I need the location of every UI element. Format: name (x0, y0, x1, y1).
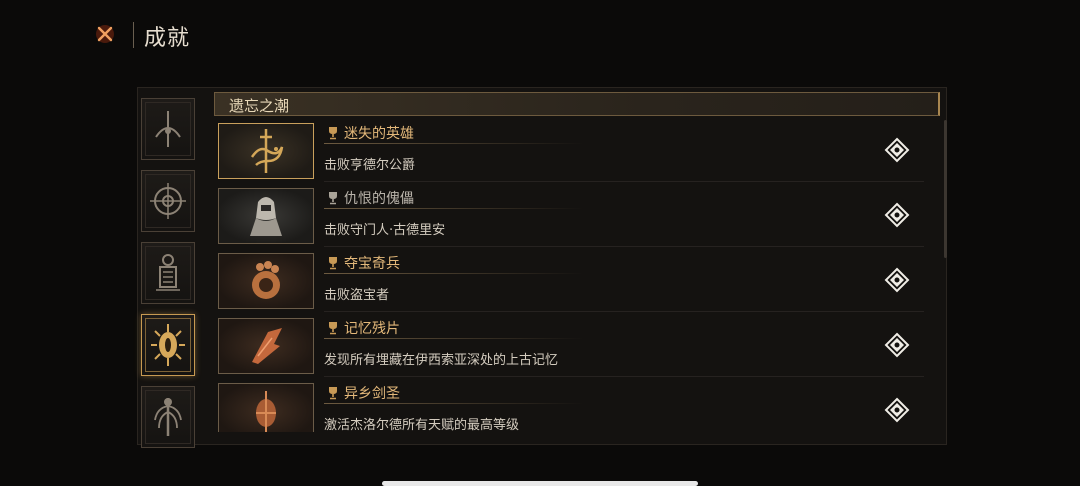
achievement-thumbnail (218, 188, 314, 244)
category-tab-3[interactable] (141, 242, 195, 304)
radiant-eye-icon (151, 324, 185, 366)
row-divider (324, 376, 924, 377)
category-tab-4[interactable] (141, 314, 195, 376)
achievement-thumbnail (218, 318, 314, 374)
compass-action-icon[interactable] (884, 397, 910, 423)
close-x-icon (96, 25, 114, 43)
achievement-thumbnail (218, 253, 314, 309)
home-indicator[interactable] (382, 481, 698, 486)
tentacle-idol-icon (154, 398, 182, 436)
achievement-row[interactable]: 夺宝奇兵 击败盗宝者 (214, 250, 934, 312)
achievement-name: 记忆残片 (344, 321, 400, 337)
title-underline (324, 338, 584, 339)
title-underline (324, 208, 584, 209)
achievement-list[interactable]: 迷失的英雄 击败亨德尔公爵 仇恨的傀儡 击败守门人·古德里安 夺宝奇兵 击败盗宝… (214, 120, 944, 432)
category-tab-5[interactable] (141, 386, 195, 448)
list-scrollbar[interactable] (944, 120, 947, 258)
category-tab-1[interactable] (141, 98, 195, 160)
achievement-description: 激活杰洛尔德所有天赋的最高等级 (324, 418, 520, 432)
sword-saint-icon (256, 391, 276, 432)
sword-dragon-icon (250, 129, 284, 173)
treasure-hand-icon (252, 261, 280, 299)
trophy-icon (329, 192, 337, 205)
close-button[interactable] (91, 20, 119, 48)
achievement-row[interactable]: 异乡剑圣 激活杰洛尔德所有天赋的最高等级 (214, 380, 934, 432)
row-divider (324, 246, 924, 247)
compass-action-icon[interactable] (884, 332, 910, 358)
compass-action-icon[interactable] (884, 137, 910, 163)
category-tab-2[interactable] (141, 170, 195, 232)
trophy-icon (329, 257, 337, 270)
trophy-icon (329, 127, 337, 140)
compass-action-icon[interactable] (884, 267, 910, 293)
row-divider (324, 181, 924, 182)
achievement-description: 击败盗宝者 (324, 288, 390, 303)
achievement-name: 迷失的英雄 (344, 126, 414, 142)
achievement-description: 击败守门人·古德里安 (324, 223, 446, 238)
row-divider (324, 311, 924, 312)
memory-shard-icon (252, 328, 282, 364)
abyss-eye-icon (155, 111, 181, 147)
title-underline (324, 143, 584, 144)
hooded-golem-icon (250, 197, 282, 236)
top-bar: 成就 (0, 0, 1080, 80)
section-header: 遗忘之潮 (214, 92, 940, 116)
compass-sigil-icon (150, 183, 186, 219)
trophy-icon (329, 387, 337, 400)
achievement-name: 仇恨的傀儡 (344, 191, 414, 207)
page-title: 成就 (144, 26, 191, 51)
achievement-description: 发现所有埋藏在伊西索亚深处的上古记忆 (324, 353, 559, 368)
title-underline (324, 403, 584, 404)
achievement-name: 夺宝奇兵 (344, 256, 400, 272)
compass-action-icon[interactable] (884, 202, 910, 228)
achievement-row[interactable]: 仇恨的傀儡 击败守门人·古德里安 (214, 185, 934, 247)
achievement-thumbnail (218, 383, 314, 432)
title-separator (133, 22, 134, 48)
trophy-icon (329, 322, 337, 335)
achievement-description: 击败亨德尔公爵 (324, 158, 416, 173)
achievement-thumbnail (218, 123, 314, 179)
achievement-name: 异乡剑圣 (344, 386, 400, 402)
section-title: 遗忘之潮 (229, 97, 290, 115)
lantern-totem-icon (156, 254, 180, 291)
achievement-row[interactable]: 迷失的英雄 击败亨德尔公爵 (214, 120, 934, 182)
achievement-row[interactable]: 记忆残片 发现所有埋藏在伊西索亚深处的上古记忆 (214, 315, 934, 377)
title-underline (324, 273, 584, 274)
